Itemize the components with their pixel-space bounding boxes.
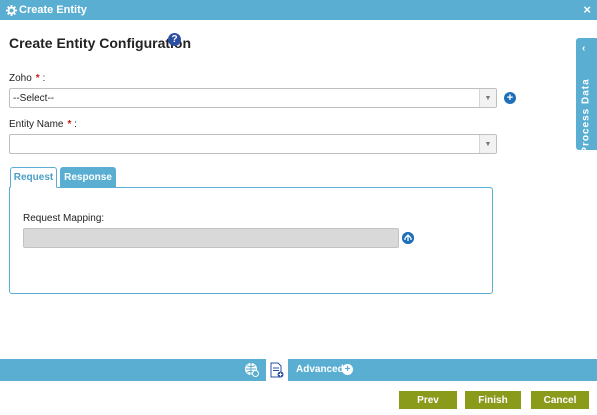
help-icon[interactable]: ? bbox=[168, 33, 181, 46]
process-data-label: Process Data bbox=[580, 78, 592, 154]
entity-name-select[interactable]: ▼ bbox=[9, 134, 497, 154]
zoho-select[interactable]: --Select-- ▼ bbox=[9, 88, 497, 108]
entity-name-label-text: Entity Name bbox=[9, 119, 64, 130]
close-icon[interactable]: × bbox=[583, 2, 591, 17]
entity-name-label: Entity Name * : bbox=[9, 119, 77, 130]
request-mapping-field[interactable] bbox=[23, 228, 399, 248]
cancel-button[interactable]: Cancel bbox=[531, 391, 589, 409]
zoho-label-text: Zoho bbox=[9, 73, 32, 84]
zoho-select-value: --Select-- bbox=[13, 93, 55, 104]
mapping-icon[interactable] bbox=[402, 232, 414, 244]
zoho-label: Zoho * : bbox=[9, 73, 45, 84]
tab-request[interactable]: Request bbox=[10, 167, 57, 188]
gear-icon bbox=[5, 3, 17, 17]
chevron-down-icon[interactable]: ▼ bbox=[479, 89, 496, 107]
required-marker: * bbox=[35, 73, 40, 84]
plus-circle-icon[interactable]: + bbox=[342, 364, 353, 375]
finish-button[interactable]: Finish bbox=[465, 391, 521, 409]
prev-button[interactable]: Prev bbox=[399, 391, 457, 409]
globe-settings-icon[interactable] bbox=[244, 362, 259, 377]
title-bar: Create Entity × bbox=[0, 0, 597, 20]
add-icon[interactable]: + bbox=[504, 92, 516, 104]
entity-name-label-colon: : bbox=[74, 119, 77, 130]
process-data-tab[interactable]: ‹ Process Data bbox=[576, 38, 597, 154]
window-title: Create Entity bbox=[19, 4, 87, 16]
request-mapping-label: Request Mapping: bbox=[23, 213, 105, 224]
required-marker: * bbox=[67, 119, 72, 130]
advanced-link[interactable]: Advanced bbox=[296, 364, 344, 375]
chevron-left-icon: ‹ bbox=[582, 43, 586, 54]
tab-response[interactable]: Response bbox=[60, 167, 116, 188]
chevron-down-icon[interactable]: ▼ bbox=[479, 135, 496, 153]
bottom-toolbar: Advanced + bbox=[0, 359, 597, 381]
document-add-icon[interactable] bbox=[266, 359, 288, 381]
page-title: Create Entity Configuration bbox=[9, 35, 192, 51]
zoho-label-colon: : bbox=[42, 73, 46, 84]
